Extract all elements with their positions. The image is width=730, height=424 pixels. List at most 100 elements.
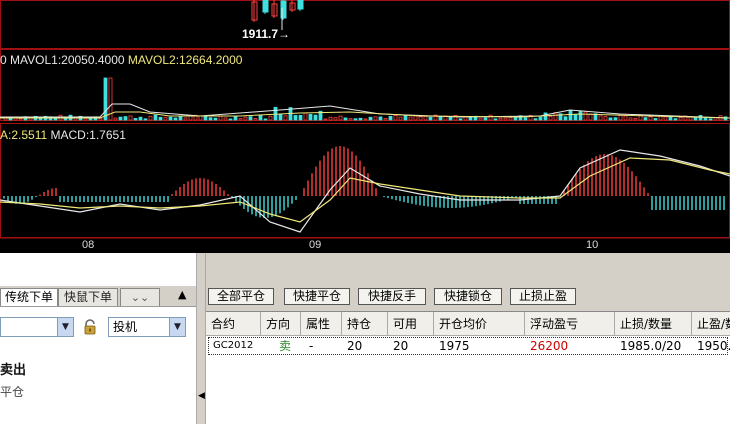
contract-select[interactable]: ▼ [0, 317, 74, 337]
macd-value: MACD:1.7651 [50, 128, 126, 142]
volume-bar-119 [118, 116, 123, 121]
volume-bar-589 [588, 113, 593, 121]
volume-bar-374 [373, 116, 378, 121]
volume-bar-149 [148, 115, 153, 121]
volume-bar-174 [173, 117, 178, 121]
volume-bar-209 [208, 117, 213, 121]
positions-table: 合约 方向 属性 持仓 可用 开仓均价 浮动盈亏 止损/数量 止盈/数 GC20… [206, 311, 730, 424]
volume-bar-609 [608, 117, 613, 121]
volume-bar-299 [298, 114, 303, 121]
col-direction[interactable]: 方向 [261, 312, 301, 336]
chevron-left-icon[interactable]: ◀ [198, 391, 205, 401]
volume-bar-234 [233, 116, 238, 121]
volume-bar-464 [463, 116, 468, 121]
volume-bar-244 [243, 116, 248, 121]
col-holding[interactable]: 持仓 [342, 312, 388, 336]
mavol1-line [0, 103, 730, 119]
volume-bar-544 [543, 112, 548, 121]
tab-traditional-order[interactable]: 传统下单 [0, 288, 58, 306]
volume-bar-354 [353, 118, 358, 121]
volume-bar-9 [8, 118, 13, 121]
volume-bar-599 [598, 115, 603, 121]
col-float-pnl[interactable]: 浮动盈亏 [525, 312, 615, 336]
volume-bar-664 [663, 116, 668, 121]
cell-available: 20 [393, 339, 409, 353]
volume-bar-389 [388, 115, 393, 121]
volume-bar-324 [323, 118, 328, 121]
volume-bar-339 [338, 115, 343, 121]
volume-bar-579 [578, 110, 583, 121]
col-take-profit[interactable]: 止盈/数 [692, 312, 730, 336]
pane-border-0 [0, 0, 730, 49]
volume-bar-169 [168, 116, 173, 121]
volume-bar-429 [428, 116, 433, 121]
lock-icon[interactable] [82, 319, 98, 335]
volume-bar-179 [178, 115, 183, 121]
cell-float-pnl: 26200 [530, 339, 569, 353]
volume-bar-624 [623, 115, 628, 121]
volume-bar-379 [378, 116, 383, 121]
volume-bar-114 [113, 117, 118, 121]
volume-bar-439 [438, 115, 443, 121]
positions-panel: 全部平仓 快捷平仓 快捷反手 快捷锁仓 止损止盈 合约 方向 属性 持仓 可用 … [206, 253, 730, 424]
volume-bar-629 [628, 117, 633, 121]
volume-bar-449 [448, 116, 453, 121]
volume-bar-709 [708, 118, 713, 121]
chart-area[interactable]: 1911.7→ 0 MAVOL1:20050.4000 MAVOL2:12664… [0, 0, 730, 253]
volume-bar-64 [63, 118, 68, 121]
tab-more-dropdown[interactable]: ⌄⌄ [120, 288, 160, 306]
volume-bar-394 [393, 114, 398, 121]
volume-bar-634 [633, 118, 638, 121]
volume-bar-84 [83, 117, 88, 121]
volume-bar-204 [203, 116, 208, 121]
volume-bar-99 [98, 117, 103, 121]
volume-bar-19 [18, 118, 23, 121]
panel-splitter[interactable]: ◀ [196, 253, 206, 424]
quick-reverse-button[interactable]: 快捷反手 [358, 288, 426, 305]
volume-bar-669 [668, 116, 673, 121]
chevron-down-icon[interactable]: ▼ [169, 318, 185, 336]
order-type-select[interactable]: 投机 ▼ [108, 317, 186, 337]
volume-bar-534 [533, 118, 538, 121]
volume-bar-654 [653, 118, 658, 121]
volume-bar-494 [493, 118, 498, 121]
col-contract[interactable]: 合约 [206, 312, 261, 336]
quick-close-button[interactable]: 快捷平仓 [284, 288, 350, 305]
volume-bar-254 [253, 118, 258, 121]
volume-bar-239 [238, 118, 243, 121]
volume-bar-304 [303, 112, 308, 121]
col-avg-price[interactable]: 开仓均价 [434, 312, 525, 336]
col-stop-loss[interactable]: 止损/数量 [615, 312, 692, 336]
volume-bar-229 [228, 118, 233, 121]
volume-bar-524 [523, 117, 528, 121]
cell-attribute: - [309, 339, 314, 353]
quick-lock-button[interactable]: 快捷锁仓 [434, 288, 502, 305]
volume-bar-499 [498, 117, 503, 121]
collapse-up-icon[interactable]: ▲ [178, 288, 186, 301]
table-row[interactable]: GC2012 卖 - 20 20 1975 26200 1985.0/20 19… [206, 337, 730, 355]
cell-direction: 卖 [279, 339, 292, 353]
stop-loss-profit-button[interactable]: 止损止盈 [510, 288, 576, 305]
volume-legend: 0 MAVOL1:20050.4000 MAVOL2:12664.2000 [0, 53, 242, 67]
tab-quick-mouse-order[interactable]: 快鼠下单 [58, 288, 118, 306]
price-marker-label: 1911.7→ [242, 27, 291, 41]
volume-bar-649 [648, 116, 653, 121]
volume-bar-584 [583, 111, 588, 121]
col-attribute[interactable]: 属性 [301, 312, 342, 336]
col-available[interactable]: 可用 [388, 312, 434, 336]
volume-bar-369 [368, 116, 373, 121]
volume-bar-689 [688, 116, 693, 121]
volume-bar-159 [158, 116, 163, 121]
volume-bar-484 [483, 117, 488, 121]
volume-bar-509 [508, 117, 513, 121]
volume-bar-404 [403, 115, 408, 121]
volume-bar-459 [458, 118, 463, 121]
close-all-button[interactable]: 全部平仓 [208, 288, 274, 305]
volume-bar-214 [213, 117, 218, 121]
volume-bar-134 [133, 118, 138, 121]
chevron-down-icon[interactable]: ▼ [57, 318, 73, 336]
volume-bar-294 [293, 115, 298, 121]
volume-bar-384 [383, 118, 388, 121]
volume-bar-309 [308, 113, 313, 121]
volume-bar-504 [503, 117, 508, 121]
